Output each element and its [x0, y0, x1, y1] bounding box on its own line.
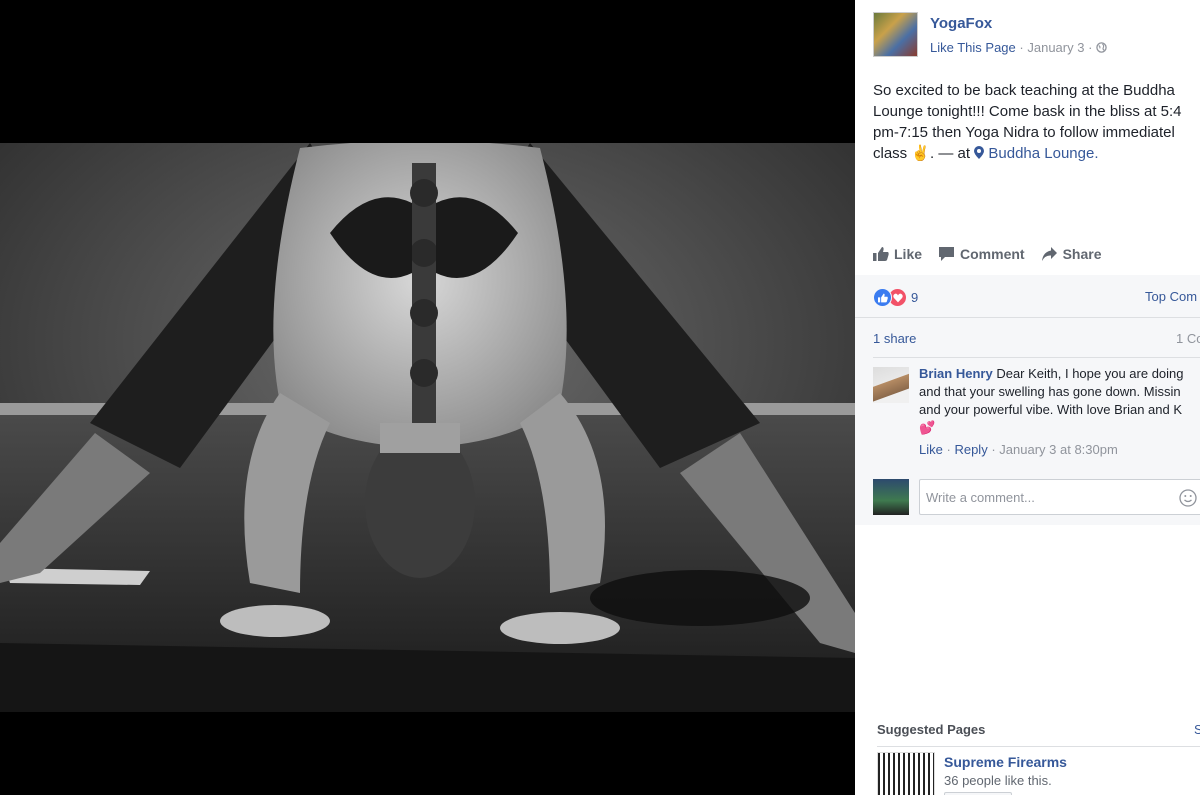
- share-arrow-icon: [1041, 247, 1057, 261]
- location-name: Buddha Lounge.: [988, 145, 1099, 162]
- post-panel: YogaFox Like This Page · January 3 · So …: [855, 0, 1200, 795]
- like-this-page-link[interactable]: Like This Page: [930, 40, 1016, 55]
- comment-bubble-icon: [939, 247, 955, 261]
- my-avatar: [873, 479, 909, 515]
- commenter-avatar[interactable]: [873, 367, 909, 403]
- like-button-label: Like: [894, 246, 923, 262]
- comment-input[interactable]: [919, 479, 1200, 515]
- post-photo[interactable]: [0, 143, 855, 712]
- globe-icon: [1096, 41, 1107, 56]
- comment-line: and that your swelling has gone down. Mi…: [919, 384, 1181, 399]
- comment-text: Dear Keith, I hope you are doing: [996, 366, 1184, 381]
- post-text-line: Lounge tonight!!! Come bask in the bliss…: [873, 103, 1182, 120]
- comment-like-link[interactable]: Like: [919, 442, 943, 457]
- suggested-page-item: Supreme Firearms 36 people like this.: [877, 752, 1197, 795]
- location-link[interactable]: Buddha Lounge.: [974, 145, 1098, 162]
- see-all-link[interactable]: S: [1194, 722, 1200, 737]
- post-text-line: So excited to be back teaching at the Bu…: [873, 82, 1175, 99]
- comment-author-link[interactable]: Brian Henry: [919, 366, 993, 381]
- comment-body: Brian Henry Dear Keith, I hope you are d…: [919, 365, 1200, 437]
- like-reaction-icon: [873, 288, 892, 307]
- post-actions: Like Comment Share: [873, 243, 1118, 265]
- comment-meta-sep-2: ·: [991, 442, 996, 457]
- reactions-summary[interactable]: 9: [873, 288, 918, 307]
- comment-emoji: 💕: [919, 420, 936, 435]
- photo-viewer: [0, 0, 855, 795]
- post-text-tail: class ✌️. — at: [873, 145, 971, 162]
- comment-date[interactable]: January 3 at 8:30pm: [999, 442, 1118, 457]
- map-pin-icon: [974, 146, 985, 159]
- comment-composer: [873, 479, 1200, 517]
- feedback-divider: [855, 317, 1200, 318]
- post-meta: Like This Page · January 3 ·: [930, 40, 1107, 56]
- yoga-photo-image: [0, 143, 855, 712]
- comment-line: and your powerful vibe. With love Brian …: [919, 402, 1183, 417]
- suggested-pages: Suggested Pages S Supreme Firearms 36 pe…: [877, 722, 1200, 795]
- suggested-divider: [877, 746, 1200, 747]
- thumbs-up-icon: [873, 247, 889, 261]
- emoji-icon[interactable]: [1179, 489, 1197, 512]
- comment-meta: Like · Reply · January 3 at 8:30pm: [919, 442, 1118, 457]
- suggested-page-name[interactable]: Supreme Firearms: [944, 754, 1067, 770]
- comment-line: Brian Henry Dear Keith, I hope you are d…: [919, 365, 1200, 383]
- share-button-label: Share: [1062, 246, 1102, 262]
- post-text-line: pm-7:15 then Yoga Nidra to follow immedi…: [873, 124, 1175, 141]
- page-name-link[interactable]: YogaFox: [930, 15, 992, 32]
- suggested-page-likes: 36 people like this.: [944, 773, 1052, 788]
- comment-reply-link[interactable]: Reply: [954, 442, 987, 457]
- post-text: So excited to be back teaching at the Bu…: [873, 80, 1200, 164]
- comment-meta-sep: ·: [946, 442, 951, 457]
- comment-button[interactable]: Comment: [938, 246, 1025, 262]
- meta-separator: ·: [1019, 40, 1024, 55]
- post-date[interactable]: January 3: [1027, 40, 1084, 55]
- reaction-count: 9: [911, 290, 919, 305]
- shares-link[interactable]: 1 share: [873, 331, 916, 346]
- like-button[interactable]: Like: [873, 246, 922, 262]
- comment-button-label: Comment: [960, 246, 1025, 262]
- share-button[interactable]: Share: [1041, 246, 1102, 262]
- page-avatar[interactable]: [873, 12, 918, 57]
- comments-divider: [873, 357, 1200, 358]
- top-comments-dropdown[interactable]: Top Com: [1145, 289, 1197, 304]
- suggested-page-logo[interactable]: [877, 752, 935, 795]
- suggested-pages-title: Suggested Pages: [877, 722, 986, 737]
- meta-separator-2: ·: [1088, 40, 1093, 55]
- comments-count[interactable]: 1 Co: [1176, 331, 1200, 346]
- post-text-line: class ✌️. — at Buddha Lounge.: [873, 143, 1200, 164]
- feedback-section: 9 Top Com 1 share 1 Co Brian Henry Dear …: [855, 275, 1200, 525]
